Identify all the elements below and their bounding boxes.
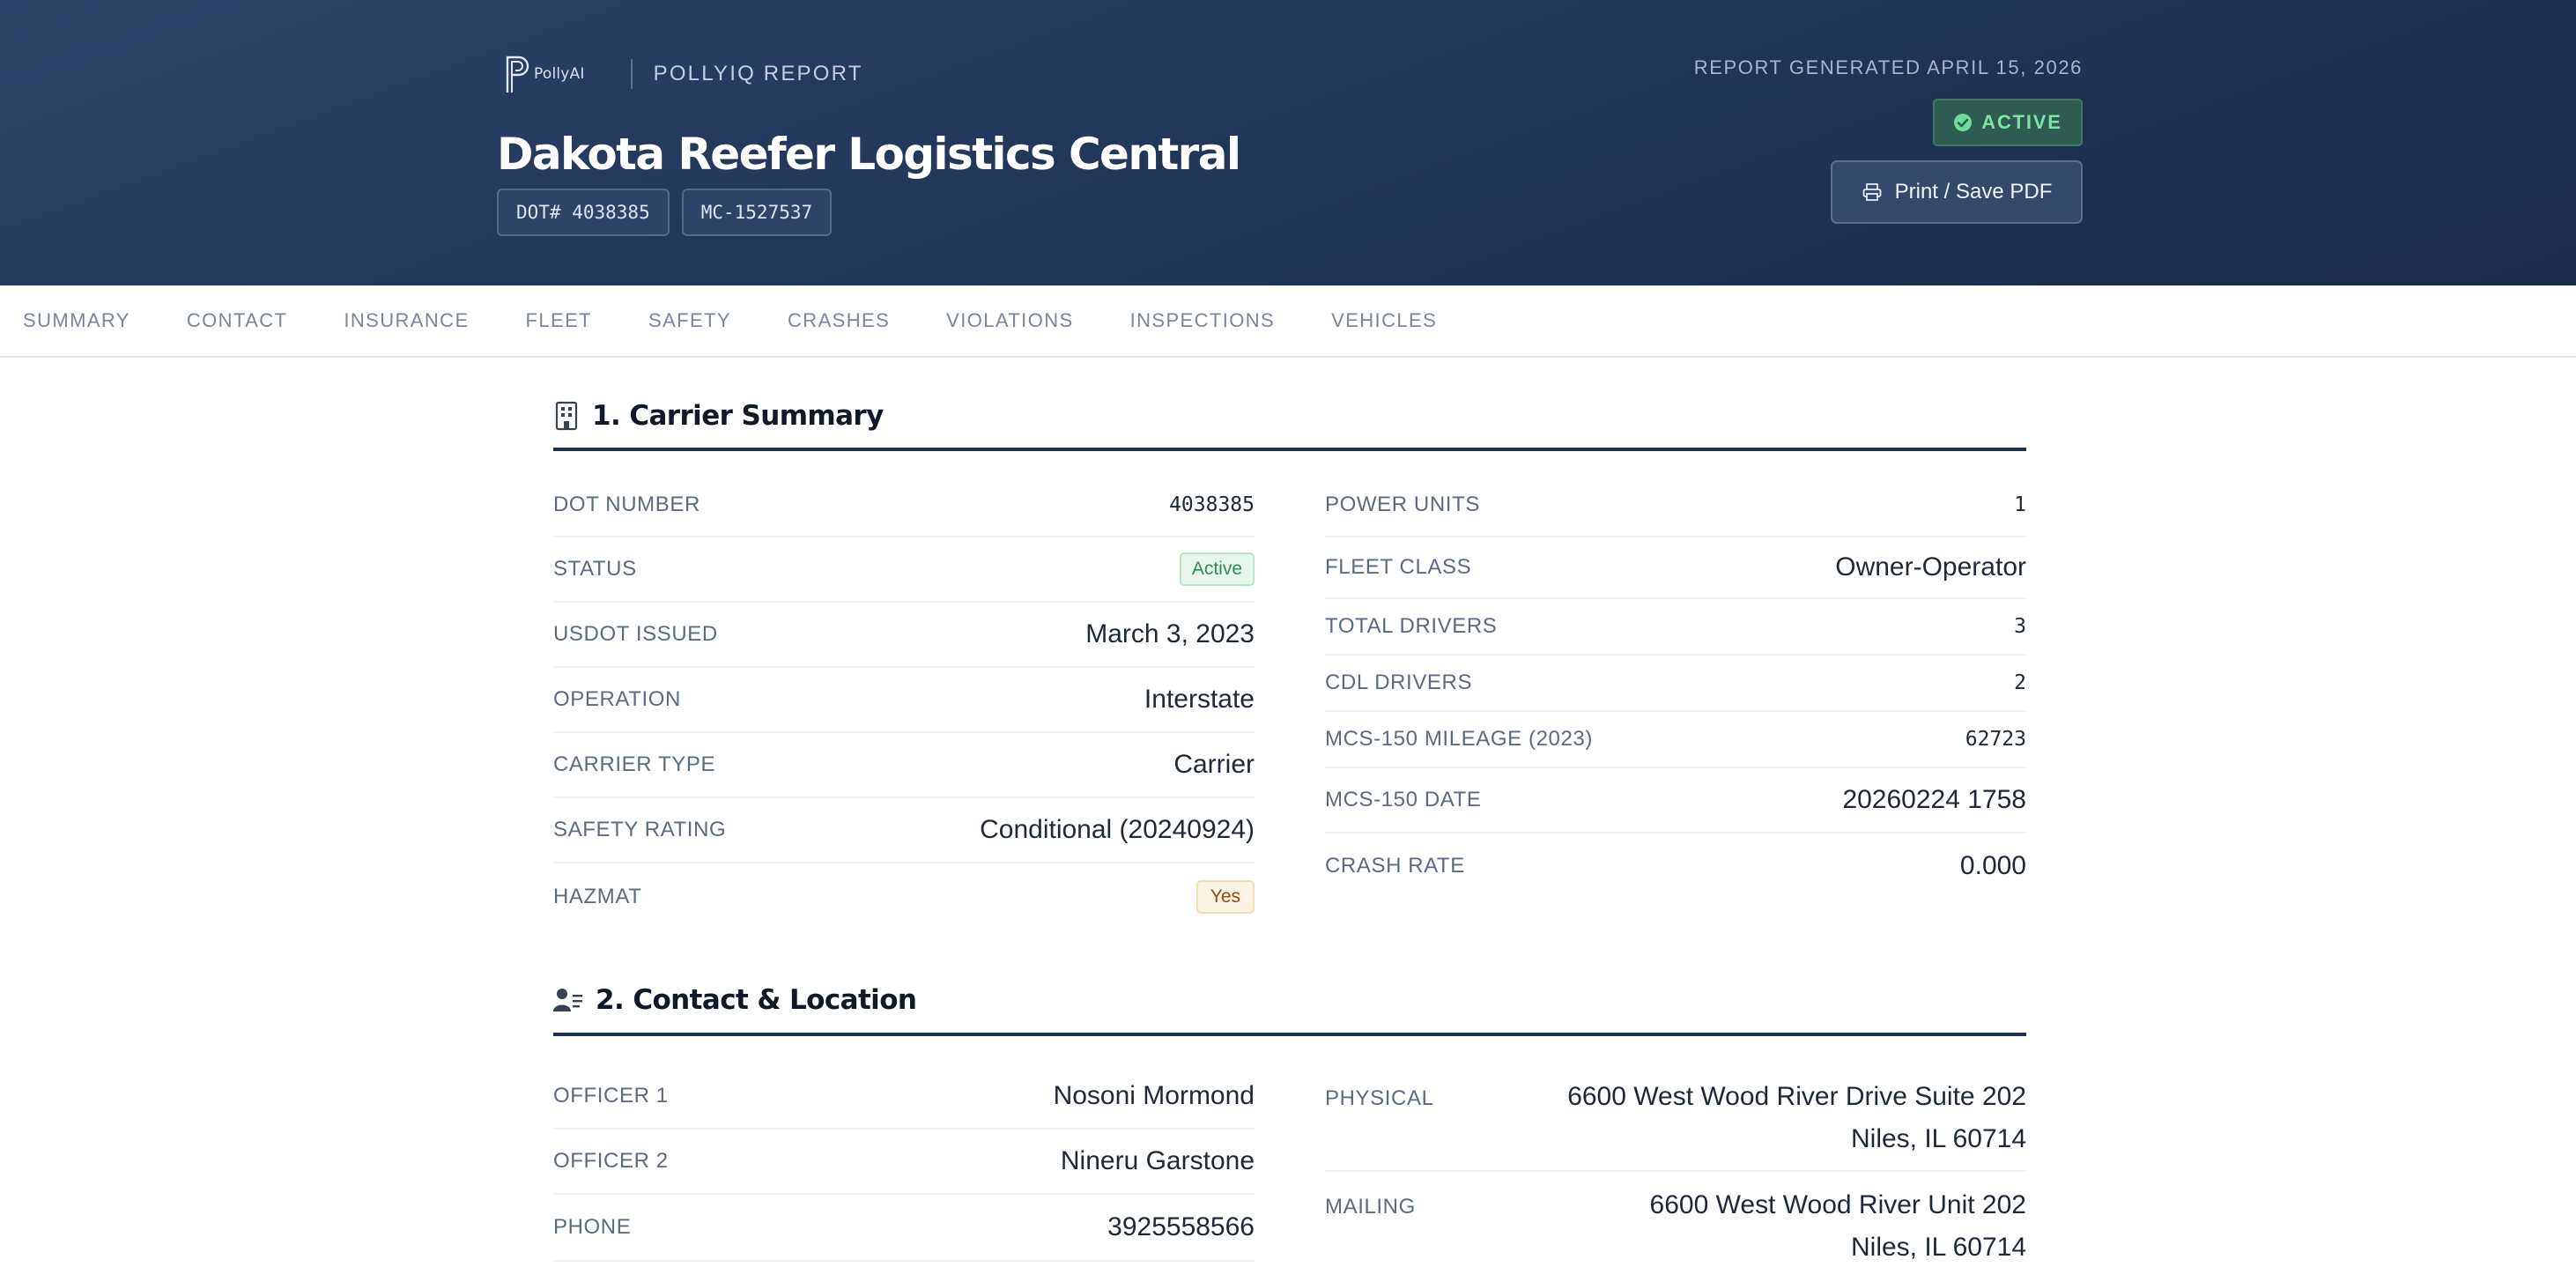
status-badge-label: ACTIVE: [1981, 111, 2062, 133]
field-label: MCS-150 MILEAGE (2023): [1325, 727, 1593, 751]
field-label: DOT NUMBER: [553, 493, 700, 516]
officer-2-value: Nineru Garstone: [1060, 1146, 1255, 1175]
row-total-drivers: TOTAL DRIVERS 3: [1325, 599, 2026, 656]
brand-logo-text: PollyAI: [534, 65, 585, 83]
power-units-value: 1: [2014, 493, 2026, 516]
brand: PollyAI POLLYIQ REPORT: [504, 51, 863, 97]
field-label: CARRIER TYPE: [553, 752, 716, 776]
crash-rate-value: 0.000: [1959, 851, 2026, 880]
mcs150-date-value: 20260224 1758: [1842, 785, 2026, 814]
print-button-label: Print / Save PDF: [1894, 180, 2053, 204]
nav-fleet[interactable]: FLEET: [526, 309, 592, 332]
row-power-units: POWER UNITS 1: [1325, 474, 2026, 537]
row-fleet-class: FLEET CLASS Owner-Operator: [1325, 537, 2026, 599]
field-label: POWER UNITS: [1325, 493, 1480, 516]
mcs150-mileage-value: 62723: [1965, 728, 2026, 751]
nav-vehicles[interactable]: VEHICLES: [1331, 309, 1437, 332]
contact-right: PHYSICAL 6600 West Wood River Drive Suit…: [1325, 1064, 2026, 1267]
row-status: STATUS Active: [553, 537, 1255, 603]
field-label: OFFICER 1: [553, 1084, 669, 1108]
nav-inspections[interactable]: INSPECTIONS: [1130, 309, 1276, 332]
phone-value: 3925558566: [1107, 1212, 1255, 1241]
row-officer-1: OFFICER 1 Nosoni Mormond: [553, 1064, 1255, 1130]
nav-safety[interactable]: SAFETY: [648, 309, 731, 332]
mailing-address-line-1: 6600 West Wood River Unit 202: [1649, 1190, 2026, 1219]
physical-address-line-1: 6600 West Wood River Drive Suite 202: [1567, 1082, 2026, 1111]
field-label: OPERATION: [553, 687, 681, 711]
dot-number-value: 4038385: [1169, 493, 1255, 516]
mailing-address-line-2: Niles, IL 60714: [1850, 1233, 2026, 1262]
contact-left: OFFICER 1 Nosoni Mormond OFFICER 2 Niner…: [553, 1064, 1255, 1262]
carrier-type-value: Carrier: [1173, 750, 1255, 779]
field-label: MCS-150 DATE: [1325, 788, 1482, 811]
contact-location-title: 2. Contact & Location: [596, 984, 917, 1016]
check-circle-icon: [1954, 114, 1973, 131]
field-label: TOTAL DRIVERS: [1325, 614, 1498, 638]
brand-report-label: POLLYIQ REPORT: [653, 62, 863, 85]
field-label: HAZMAT: [553, 885, 642, 908]
building-icon: [555, 401, 578, 431]
status-badge: Active: [1179, 552, 1255, 586]
row-dot-number: DOT NUMBER 4038385: [553, 474, 1255, 537]
operation-value: Interstate: [1144, 685, 1255, 714]
row-carrier-type: CARRIER TYPE Carrier: [553, 733, 1255, 798]
mailing-address-value: 6600 West Wood River Unit 202 Niles, IL …: [1650, 1184, 2026, 1267]
field-label: SAFETY RATING: [553, 818, 727, 841]
id-chips: DOT# 4038385 MC-1527537: [497, 189, 833, 236]
fleet-class-value: Owner-Operator: [1835, 552, 2026, 582]
row-safety-rating: SAFETY RATING Conditional (20240924): [553, 798, 1255, 863]
contact-location-heading: 2. Contact & Location: [553, 980, 2026, 1036]
brand-logo: PollyAI: [504, 54, 585, 94]
row-officer-2: OFFICER 2 Nineru Garstone: [553, 1130, 1255, 1195]
field-label: USDOT ISSUED: [553, 622, 718, 646]
carrier-summary-left: DOT NUMBER 4038385 STATUS Active USDOT I…: [553, 474, 1255, 930]
carrier-summary-title: 1. Carrier Summary: [592, 400, 884, 432]
field-label: MAILING: [1325, 1195, 1416, 1219]
physical-address-line-2: Niles, IL 60714: [1850, 1124, 2026, 1153]
row-usdot-issued: USDOT ISSUED March 3, 2023: [553, 603, 1255, 668]
field-label: STATUS: [553, 557, 637, 581]
row-physical-address: PHYSICAL 6600 West Wood River Drive Suit…: [1325, 1064, 2026, 1172]
printer-icon: [1862, 183, 1882, 201]
field-label: CDL DRIVERS: [1325, 671, 1473, 694]
field-label: OFFICER 2: [553, 1149, 669, 1173]
nav-insurance[interactable]: INSURANCE: [344, 309, 469, 332]
row-operation: OPERATION Interstate: [553, 668, 1255, 733]
field-label: PHONE: [553, 1215, 632, 1239]
carrier-summary-right: POWER UNITS 1 FLEET CLASS Owner-Operator…: [1325, 474, 2026, 899]
pollyai-logo-icon: [506, 56, 529, 93]
row-mailing-address: MAILING 6600 West Wood River Unit 202 Ni…: [1325, 1172, 2026, 1267]
carrier-summary-heading: 1. Carrier Summary: [553, 396, 2026, 451]
total-drivers-value: 3: [2014, 615, 2026, 638]
row-phone: PHONE 3925558566: [553, 1195, 1255, 1262]
field-label: CRASH RATE: [1325, 854, 1465, 878]
print-save-pdf-button[interactable]: Print / Save PDF: [1831, 160, 2083, 224]
officer-1-value: Nosoni Mormond: [1053, 1081, 1255, 1110]
physical-address-value: 6600 West Wood River Drive Suite 202 Nil…: [1567, 1076, 2026, 1160]
field-label: FLEET CLASS: [1325, 555, 1472, 579]
cdl-drivers-value: 2: [2014, 671, 2026, 694]
safety-rating-value: Conditional (20240924): [980, 815, 1255, 844]
row-crash-rate: CRASH RATE 0.000: [1325, 834, 2026, 899]
report-header: PollyAI POLLYIQ REPORT Dakota Reefer Log…: [0, 0, 2576, 285]
row-mcs150-mileage: MCS-150 MILEAGE (2023) 62723: [1325, 712, 2026, 768]
nav-crashes[interactable]: CRASHES: [788, 309, 890, 332]
hazmat-badge: Yes: [1195, 880, 1255, 914]
row-mcs150-date: MCS-150 DATE 20260224 1758: [1325, 768, 2026, 834]
company-name: Dakota Reefer Logistics Central: [497, 129, 1241, 180]
nav-contact[interactable]: CONTACT: [187, 309, 288, 332]
status-badge: ACTIVE: [1933, 99, 2083, 146]
contact-card-icon: [553, 989, 582, 1011]
mc-number-chip: MC-1527537: [681, 189, 833, 236]
report-generated-date: REPORT GENERATED APRIL 15, 2026: [1693, 56, 2083, 78]
brand-divider: [630, 59, 633, 89]
dot-number-chip: DOT# 4038385: [497, 189, 670, 236]
section-nav: SUMMARY CONTACT INSURANCE FLEET SAFETY C…: [0, 285, 2576, 358]
field-label: PHYSICAL: [1325, 1086, 1434, 1110]
row-cdl-drivers: CDL DRIVERS 2: [1325, 656, 2026, 712]
nav-violations[interactable]: VIOLATIONS: [946, 309, 1073, 332]
nav-summary[interactable]: SUMMARY: [23, 309, 130, 332]
row-hazmat: HAZMAT Yes: [553, 863, 1255, 930]
usdot-issued-value: March 3, 2023: [1085, 619, 1255, 648]
